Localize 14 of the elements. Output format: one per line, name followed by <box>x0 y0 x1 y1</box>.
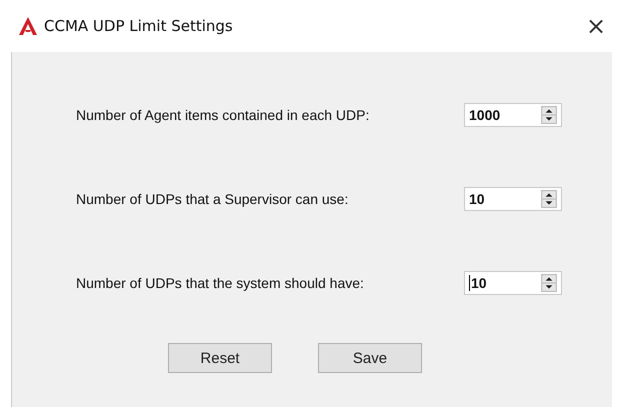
number-spinner[interactable]: 10 <box>464 270 562 294</box>
setting-label: Number of UDPs that a Supervisor can use: <box>76 190 350 206</box>
number-spinner[interactable]: 10 <box>464 186 562 210</box>
up-down-arrows-icon[interactable] <box>541 106 557 124</box>
number-spinner[interactable]: 1000 <box>464 102 562 126</box>
close-button[interactable]: × <box>576 12 616 40</box>
reset-button[interactable]: Reset <box>168 343 272 373</box>
up-down-arrows-icon[interactable] <box>541 274 557 292</box>
setting-label: Number of Agent items contained in each UDP: <box>76 106 370 122</box>
window-title: CCMA UDP Limit Settings <box>44 17 234 35</box>
setting-label: Number of UDPs that the system should have: <box>76 274 365 290</box>
up-down-arrows-icon[interactable] <box>541 190 557 208</box>
app-logo-icon <box>18 16 38 36</box>
save-button[interactable]: Save <box>318 343 422 373</box>
